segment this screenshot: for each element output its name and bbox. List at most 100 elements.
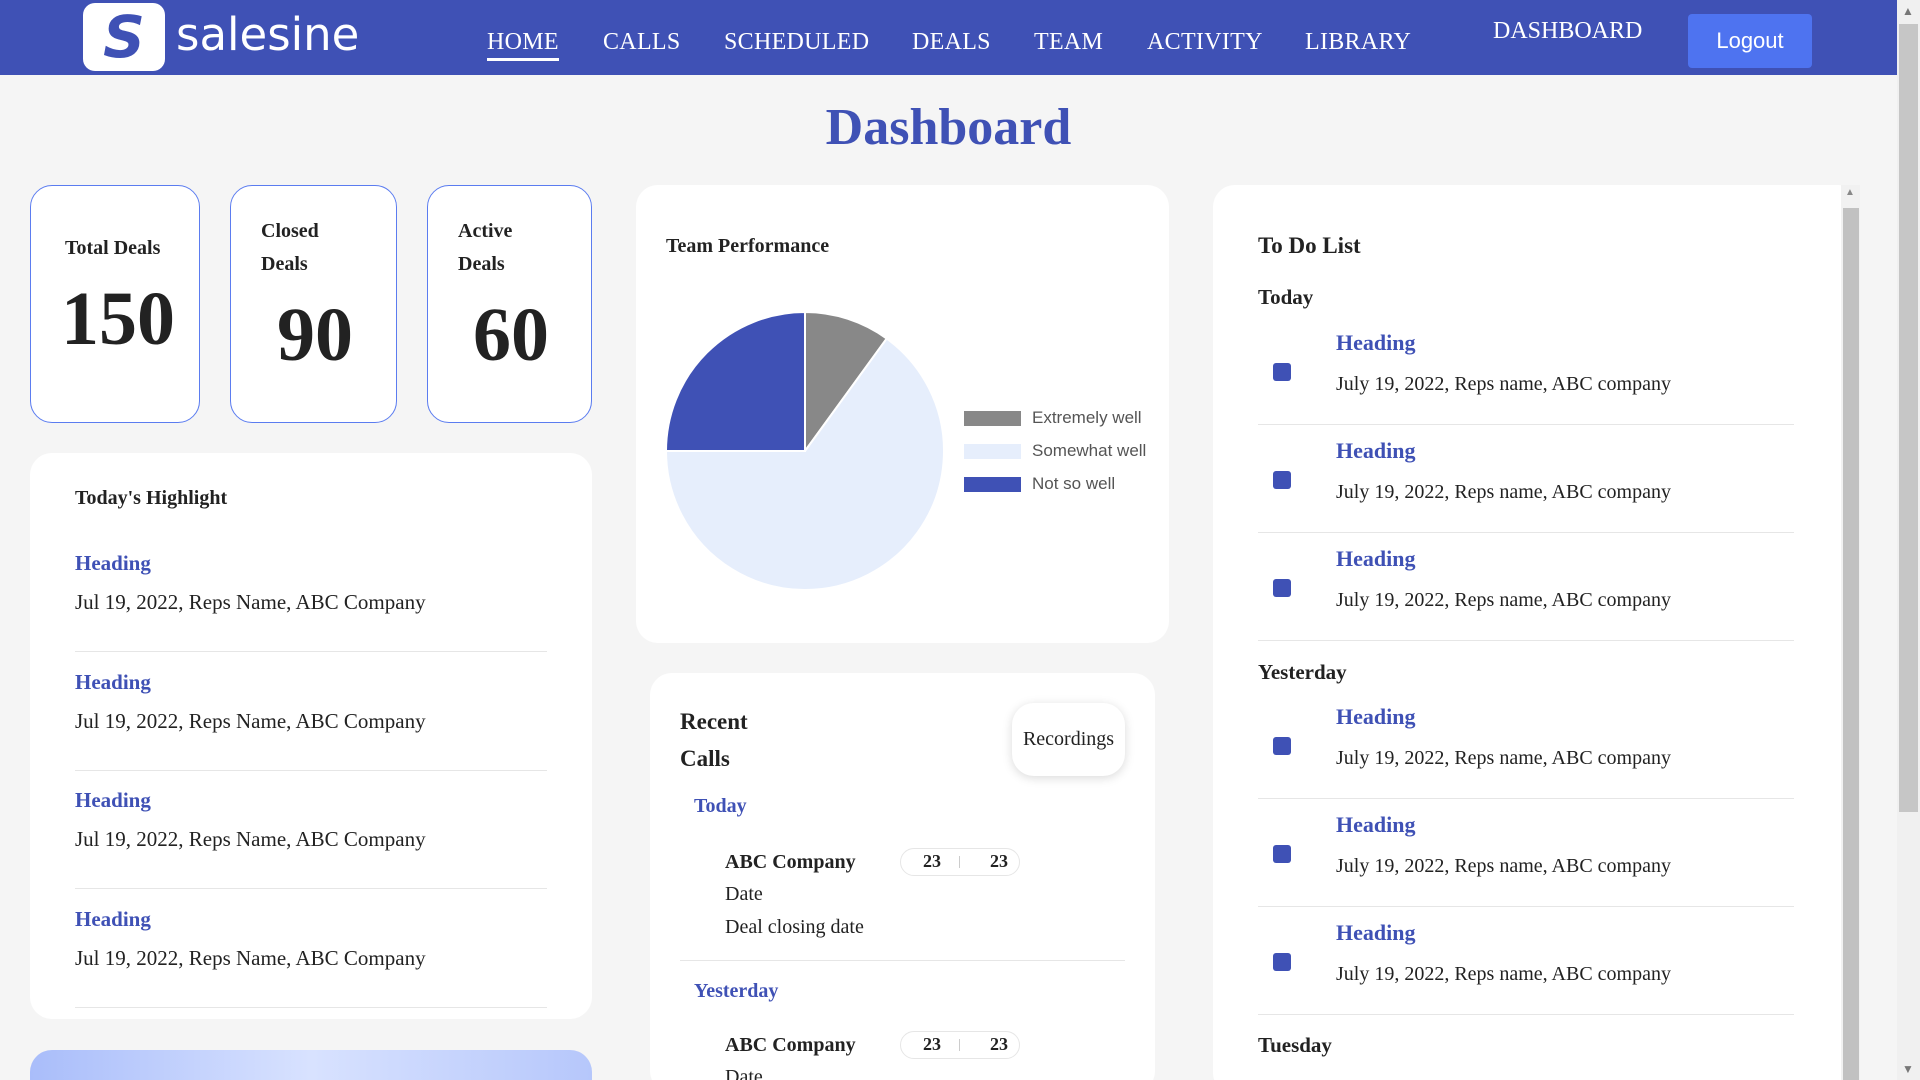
page-scrollbar-thumb[interactable] — [1899, 24, 1918, 812]
call-stats-pill: 23 23 — [900, 1031, 1020, 1059]
todo-heading[interactable]: Heading — [1336, 920, 1415, 946]
highlight-item[interactable]: Heading Jul 19, 2022, Reps Name, ABC Com… — [75, 889, 547, 1008]
highlight-heading[interactable]: Heading — [75, 670, 151, 695]
highlight-heading[interactable]: Heading — [75, 551, 151, 576]
nav-home[interactable]: HOME — [487, 29, 559, 61]
todo-heading[interactable]: Heading — [1336, 546, 1415, 572]
scroll-up-icon[interactable]: ▲ — [1902, 4, 1914, 19]
todo-sub: July 19, 2022, Reps name, ABC company — [1336, 855, 1671, 877]
recent-calls-title-line-2: Calls — [680, 746, 730, 771]
legend-item: Not so well — [964, 474, 1115, 494]
call-date: Date — [725, 883, 763, 905]
stat-label-line-1: Closed — [261, 220, 319, 242]
legend-swatch — [964, 443, 1021, 459]
highlight-sub: Jul 19, 2022, Reps Name, ABC Company — [75, 709, 426, 733]
checkbox[interactable] — [1273, 471, 1291, 489]
scroll-up-icon[interactable]: ▲ — [1845, 187, 1855, 198]
call-company[interactable]: ABC Company — [725, 1034, 856, 1057]
team-performance-title: Team Performance — [666, 235, 830, 257]
todo-heading[interactable]: Heading — [1336, 330, 1415, 356]
legend-swatch — [964, 476, 1021, 492]
stat-card-closed: Closed Deals 90 — [230, 185, 397, 423]
todo-title: To Do List — [1258, 233, 1361, 258]
legend-label: Not so well — [1032, 474, 1116, 493]
stat-label: Total Deals — [65, 237, 161, 259]
nav-scheduled[interactable]: SCHEDULED — [724, 29, 869, 56]
stat-card-total: Total Deals 150 — [30, 185, 200, 423]
todo-item[interactable]: Heading July 19, 2022, Reps name, ABC co… — [1258, 425, 1794, 533]
nav-team[interactable]: TEAM — [1034, 29, 1103, 56]
highlight-item[interactable]: Heading Jul 19, 2022, Reps Name, ABC Com… — [75, 770, 547, 889]
todo-item[interactable]: Heading July 19, 2022, Reps name, ABC co… — [1258, 533, 1794, 641]
todo-sub: July 19, 2022, Reps name, ABC company — [1336, 373, 1671, 395]
legend-label: Somewhat well — [1032, 441, 1147, 460]
recent-calls-title-line-1: Recent — [680, 709, 748, 734]
next-card-partial — [30, 1050, 592, 1080]
todo-item[interactable]: Heading July 19, 2022, Reps name, ABC co… — [1258, 907, 1794, 1015]
scroll-down-icon[interactable]: ▼ — [1902, 1062, 1914, 1077]
checkbox[interactable] — [1273, 737, 1291, 755]
checkbox[interactable] — [1273, 845, 1291, 863]
highlight-title: Today's Highlight — [75, 487, 228, 509]
nav-deals[interactable]: DEALS — [912, 29, 991, 56]
stat-value: 60 — [473, 293, 549, 377]
call-stat-value: 23 — [990, 851, 1008, 871]
team-performance-panel: Team Performance Extremely well Somewhat… — [636, 185, 1169, 643]
nav-activity[interactable]: ACTIVITY — [1147, 29, 1263, 56]
todays-highlight-panel: Today's Highlight Heading Jul 19, 2022, … — [30, 453, 592, 1019]
todo-heading[interactable]: Heading — [1336, 704, 1415, 730]
nav-calls[interactable]: CALLS — [603, 29, 681, 56]
todo-panel: To Do List Today Heading July 19, 2022, … — [1213, 185, 1860, 1080]
todo-heading[interactable]: Heading — [1336, 438, 1415, 464]
logo[interactable]: S — [83, 3, 165, 71]
call-company[interactable]: ABC Company — [725, 851, 856, 874]
page-title: Dashboard — [825, 99, 1072, 156]
legend-item: Somewhat well — [964, 441, 1146, 461]
legend-item: Extremely well — [964, 408, 1142, 428]
highlight-item[interactable]: Heading Jul 19, 2022, Reps Name, ABC Com… — [75, 652, 547, 771]
todo-sub: July 19, 2022, Reps name, ABC company — [1336, 481, 1671, 503]
stat-label-line-2: Deals — [458, 253, 505, 275]
checkbox[interactable] — [1273, 363, 1291, 381]
call-stat-value: 23 — [923, 1034, 941, 1054]
stat-value: 90 — [277, 293, 353, 377]
stat-label-line-2: Deals — [261, 253, 308, 275]
pie-slice-not-so-well — [664, 310, 806, 452]
todo-item[interactable]: Heading July 19, 2022, Reps name, ABC co… — [1258, 799, 1794, 907]
recent-calls-day: Yesterday — [694, 980, 779, 1002]
todo-day: Yesterday — [1258, 660, 1347, 684]
todo-item[interactable]: Heading July 19, 2022, Reps name, ABC co… — [1258, 691, 1794, 799]
call-stat-value: 23 — [990, 1034, 1008, 1054]
todo-item[interactable]: Heading July 19, 2022, Reps name, ABC co… — [1258, 317, 1794, 425]
todo-sub: July 19, 2022, Reps name, ABC company — [1336, 747, 1671, 769]
highlight-sub: Jul 19, 2022, Reps Name, ABC Company — [75, 946, 426, 970]
call-deal-closing: Deal closing date — [725, 916, 864, 938]
call-stat-value: 23 — [923, 851, 941, 871]
legend-swatch — [964, 410, 1021, 426]
call-date: Date — [725, 1066, 763, 1080]
highlight-heading[interactable]: Heading — [75, 907, 151, 932]
checkbox[interactable] — [1273, 579, 1291, 597]
top-navbar: S salesine HOME CALLS SCHEDULED DEALS TE… — [0, 0, 1897, 75]
dashboard-link[interactable]: DASHBOARD — [1493, 18, 1642, 45]
stat-value: 150 — [61, 277, 175, 361]
pie-chart — [664, 310, 945, 591]
highlight-heading[interactable]: Heading — [75, 788, 151, 813]
recent-calls-panel: Recent Calls Recordings Today ABC Compan… — [650, 673, 1155, 1080]
recent-calls-day: Today — [694, 795, 747, 817]
recordings-button[interactable]: Recordings — [1012, 703, 1125, 776]
todo-day: Today — [1258, 285, 1314, 309]
legend-label: Extremely well — [1032, 408, 1142, 427]
highlight-sub: Jul 19, 2022, Reps Name, ABC Company — [75, 590, 426, 614]
logout-button[interactable]: Logout — [1688, 14, 1812, 68]
stat-card-active: Active Deals 60 — [427, 185, 592, 423]
nav-library[interactable]: LIBRARY — [1305, 29, 1411, 56]
todo-scrollbar-thumb[interactable] — [1843, 208, 1859, 1080]
todo-heading[interactable]: Heading — [1336, 812, 1415, 838]
highlight-item[interactable]: Heading Jul 19, 2022, Reps Name, ABC Com… — [75, 533, 547, 652]
divider — [680, 960, 1125, 961]
logo-letter: S — [103, 3, 145, 71]
checkbox[interactable] — [1273, 953, 1291, 971]
todo-day: Tuesday — [1258, 1033, 1332, 1057]
todo-sub: July 19, 2022, Reps name, ABC company — [1336, 963, 1671, 985]
